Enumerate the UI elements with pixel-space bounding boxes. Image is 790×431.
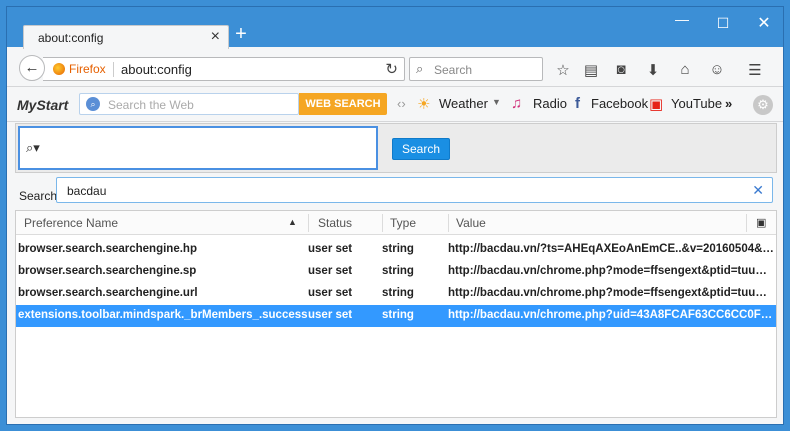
maximize-icon[interactable]: ☐ — [708, 15, 738, 32]
close-tab-icon[interactable]: × — [211, 28, 220, 46]
pref-type: string — [382, 265, 414, 277]
weather-sun-icon: ☀ — [417, 96, 431, 113]
gear-icon[interactable]: ⚙ — [753, 95, 773, 115]
column-picker-icon[interactable]: ▣ — [756, 216, 766, 229]
pref-name: browser.search.searchengine.sp — [18, 265, 197, 277]
menu-icon[interactable]: ☰ — [745, 61, 765, 79]
pref-type: string — [382, 243, 414, 255]
column-header-status[interactable]: Status — [318, 216, 352, 230]
column-divider[interactable] — [746, 214, 747, 232]
firefox-icon — [53, 63, 65, 75]
column-header-name[interactable]: Preference Name — [24, 216, 118, 230]
browser-window: about:config × + — ☐ ✕ Firefox about:con… — [6, 6, 784, 425]
pref-type: string — [382, 287, 414, 299]
panel-search-button[interactable]: Search — [392, 138, 450, 160]
youtube-icon: ▣ — [649, 96, 664, 113]
table-row[interactable]: browser.search.searchengine.sp user set … — [16, 261, 776, 283]
column-header-type[interactable]: Type — [390, 216, 416, 230]
table-row-selected[interactable]: extensions.toolbar.mindspark._brMembers_… — [16, 305, 776, 327]
tab-about-config[interactable]: about:config × — [23, 25, 229, 49]
filter-label: Search: — [19, 189, 61, 203]
table-header: Preference Name ▲ Status Type Value ▣ — [16, 211, 776, 235]
url-text[interactable]: about:config — [121, 62, 192, 77]
search-icon: ⌕ — [86, 97, 100, 111]
home-icon[interactable]: ⌂ — [675, 61, 695, 78]
mystart-logo[interactable]: MyStart — [17, 97, 68, 113]
pref-value: http://bacdau.vn/?ts=AHEqAXEoAnEmCE..&v=… — [448, 243, 774, 255]
mystart-toolbar: MyStart ⌕ Search the Web WEB SEARCH ‹› ☀… — [7, 88, 783, 122]
sort-ascending-icon: ▲ — [288, 217, 297, 227]
identity-label: Firefox — [69, 62, 106, 76]
close-window-icon[interactable]: ✕ — [749, 13, 779, 33]
tab-bar: about:config × + — ☐ ✕ — [7, 7, 783, 49]
pref-name: browser.search.searchengine.url — [18, 287, 198, 299]
pref-name: extensions.toolbar.mindspark._brMembers_… — [18, 309, 308, 321]
pref-value: http://bacdau.vn/chrome.php?mode=ffsenge… — [448, 287, 774, 299]
url-separator — [113, 62, 114, 77]
pref-status: user set — [308, 287, 353, 299]
back-button[interactable]: ← — [19, 55, 45, 81]
pref-value: http://bacdau.vn/chrome.php?uid=43A8FCAF… — [448, 309, 774, 321]
table-row[interactable]: browser.search.searchengine.hp user set … — [16, 239, 776, 261]
table-row[interactable]: browser.search.searchengine.url user set… — [16, 283, 776, 305]
search-engine-icon[interactable]: ⌕▾ — [26, 140, 40, 156]
download-icon[interactable]: ⬇ — [643, 61, 663, 79]
web-search-button[interactable]: WEB SEARCH — [299, 93, 387, 115]
weather-link[interactable]: Weather — [439, 96, 488, 111]
more-chevron[interactable]: » — [725, 96, 732, 111]
mystart-logo-text: MyStart — [17, 97, 69, 113]
nav-search-input[interactable]: ⌕ Search — [409, 57, 543, 81]
tab-title: about:config — [38, 31, 104, 45]
pref-value: http://bacdau.vn/chrome.php?mode=ffsenge… — [448, 265, 774, 277]
search-panel: ⌕▾ Search — [15, 123, 777, 173]
minimize-icon[interactable]: — — [667, 11, 697, 27]
search-icon: ⌕ — [416, 61, 424, 76]
pref-status: user set — [308, 265, 353, 277]
column-divider[interactable] — [382, 214, 383, 232]
pref-status: user set — [308, 309, 353, 321]
column-header-value[interactable]: Value — [456, 216, 486, 230]
bookmark-star-icon[interactable]: ☆ — [553, 61, 573, 79]
column-divider[interactable] — [448, 214, 449, 232]
reading-list-icon[interactable]: ▤ — [581, 61, 601, 79]
reload-icon[interactable]: ↻ — [385, 60, 398, 78]
navigation-bar: Firefox about:config ↻ ← ⌕ Search ☆ ▤ ◙ … — [7, 49, 783, 87]
mystart-search-placeholder: Search the Web — [108, 98, 194, 112]
url-bar[interactable]: Firefox about:config ↻ — [43, 57, 405, 81]
pref-name: browser.search.searchengine.hp — [18, 243, 197, 255]
hello-icon[interactable]: ☺ — [707, 61, 727, 78]
code-icon[interactable]: ‹› — [397, 96, 406, 111]
pref-type: string — [382, 309, 414, 321]
headphones-icon: ♫ — [511, 95, 523, 112]
nav-search-placeholder: Search — [434, 63, 473, 77]
facebook-icon: f — [575, 95, 580, 112]
facebook-link[interactable]: Facebook — [591, 96, 648, 111]
pref-status: user set — [308, 243, 353, 255]
filter-value: bacdau — [67, 184, 107, 198]
preferences-table: Preference Name ▲ Status Type Value ▣ br… — [15, 210, 777, 418]
chevron-down-icon[interactable]: ▼ — [492, 97, 501, 107]
clear-icon[interactable]: ✕ — [752, 182, 764, 199]
youtube-link[interactable]: YouTube — [671, 96, 722, 111]
column-divider[interactable] — [308, 214, 309, 232]
filter-input[interactable]: bacdau ✕ — [56, 177, 773, 203]
radio-link[interactable]: Radio — [533, 96, 567, 111]
panel-search-input[interactable]: ⌕▾ — [18, 126, 378, 170]
new-tab-icon[interactable]: + — [229, 23, 253, 46]
pocket-icon[interactable]: ◙ — [611, 61, 631, 78]
mystart-search-input[interactable]: ⌕ Search the Web — [79, 93, 299, 115]
